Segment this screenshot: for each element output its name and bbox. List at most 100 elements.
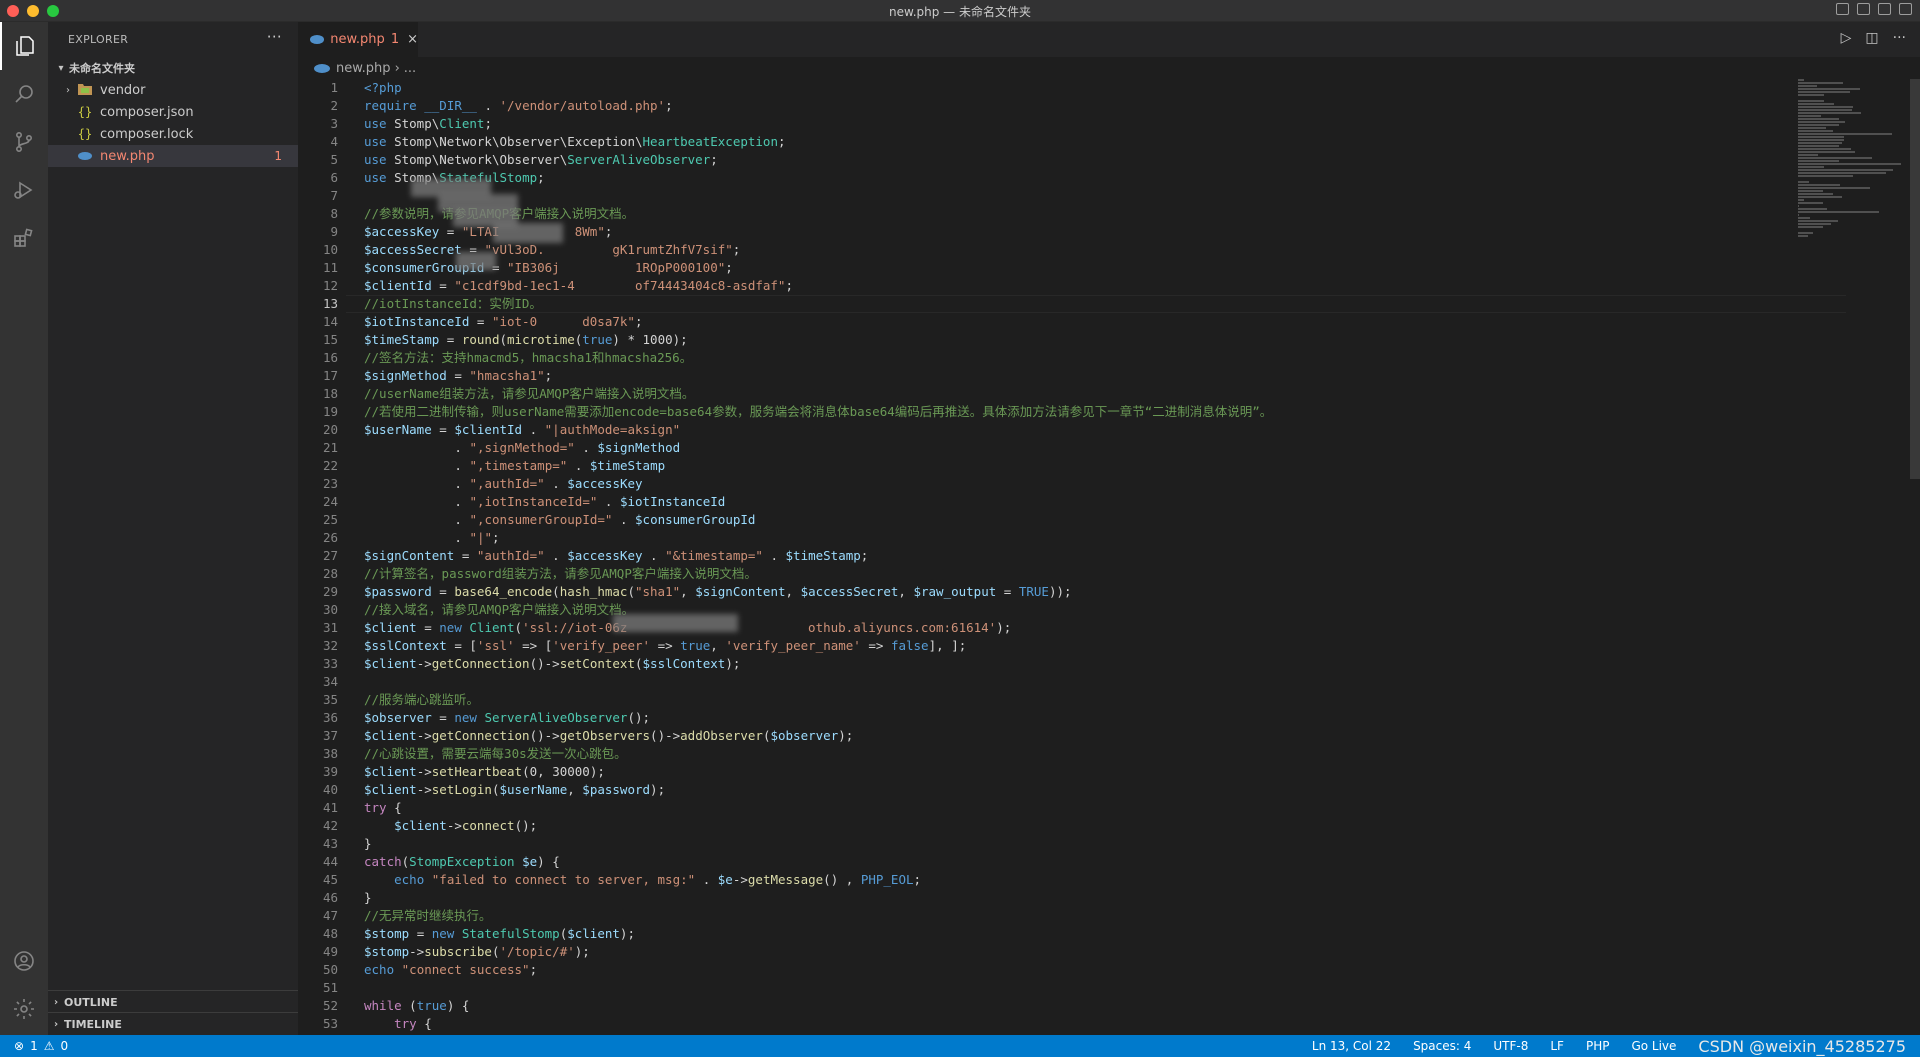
code-line[interactable]: 24 . ",iotInstanceId=" . $iotInstanceId (298, 493, 725, 511)
explorer-icon[interactable] (0, 22, 48, 70)
code-line[interactable]: 46} (298, 889, 372, 907)
code-line[interactable]: 25 . ",consumerGroupId=" . $consumerGrou… (298, 511, 756, 529)
accounts-icon[interactable] (0, 937, 48, 985)
tab-new-php[interactable]: new.php 1 × (298, 22, 418, 57)
code-line[interactable]: 29 $password = base64_encode(hash_hmac("s… (298, 583, 1072, 601)
code-line[interactable]: 33 $client->getConnection()->setContext($… (298, 655, 740, 673)
code-line[interactable]: 4 use Stomp\Network\Observer\Exception\He… (298, 133, 785, 151)
code-line[interactable]: 10 $accessSecret = "vUl3oD. gK1rumtZhfV7s… (298, 241, 740, 259)
tree-item-composer-json[interactable]: {} composer.json (48, 101, 298, 123)
code-line[interactable]: 11 $consumerGroupId = "IB306j 1ROpP000100… (298, 259, 733, 277)
search-icon[interactable] (0, 70, 48, 118)
code-line[interactable]: 16 //签名方法：支持hmacmd5，hmacsha1和hmacsha256。 (298, 349, 692, 367)
code-line[interactable]: 13 //iotInstanceId：实例ID。 (298, 295, 1846, 313)
indentation[interactable]: Spaces: 4 (1413, 1039, 1471, 1053)
outline-section-header[interactable]: › OUTLINE (48, 990, 298, 1013)
problems-status[interactable]: ⊗ 1 ⚠ 0 (0, 1039, 68, 1053)
code-line[interactable]: 7 (298, 187, 338, 205)
split-editor-icon[interactable]: ◫ (1865, 30, 1878, 46)
code-line[interactable]: 42 $client->connect(); (298, 817, 537, 835)
line-number: 18 (322, 386, 338, 401)
tree-item-label: new.php (100, 148, 155, 164)
code-line[interactable]: 19 //若使用二进制传输，则userName需要添加encode=base64参… (298, 403, 1272, 421)
code-line[interactable]: 39 $client->setHeartbeat(0, 30000); (298, 763, 605, 781)
toggle-primary-sidebar-icon[interactable] (1836, 3, 1849, 15)
language-mode[interactable]: PHP (1586, 1039, 1610, 1053)
breadcrumb-symbols[interactable]: ... (404, 61, 416, 76)
code-line[interactable]: 47 //无异常时继续执行。 (298, 907, 492, 925)
code-line[interactable]: 51 (298, 979, 338, 997)
code-line[interactable]: 38 //心跳设置，需要云端每30s发送一次心跳包。 (298, 745, 627, 763)
line-number: 7 (330, 188, 338, 203)
code-line[interactable]: 30 //接入域名，请参见AMQP客户端接入说明文档。 (298, 601, 634, 619)
code-line[interactable]: 34 (298, 673, 338, 691)
breadcrumb-file[interactable]: new.php (336, 61, 391, 76)
customize-layout-icon[interactable] (1899, 3, 1912, 15)
code-line[interactable]: 2 require __DIR__ . '/vendor/autoload.php… (298, 97, 672, 115)
code-line[interactable]: 6 use Stomp\StatefulStomp; (298, 169, 544, 187)
workspace-folder-header[interactable]: ▾ 未命名文件夹 (48, 57, 298, 79)
minimap-line (1798, 91, 1850, 93)
cursor-position[interactable]: Ln 13, Col 22 (1312, 1039, 1391, 1053)
code-line[interactable]: 41 try { (298, 799, 402, 817)
run-debug-icon[interactable] (0, 166, 48, 214)
code-line[interactable]: 40 $client->setLogin($userName, $password… (298, 781, 665, 799)
code-line[interactable]: 26 . "|"; (298, 529, 500, 547)
code-line[interactable]: 22 . ",timestamp=" . $timeStamp (298, 457, 665, 475)
minimap[interactable] (1798, 79, 1908, 239)
code-line[interactable]: 53 try { (298, 1015, 432, 1033)
tree-item-composer-lock[interactable]: {} composer.lock (48, 123, 298, 145)
code-line[interactable]: 20 $userName = $clientId . "|authMode=aks… (298, 421, 680, 439)
code-line[interactable]: 27 $signContent = "authId=" . $accessKey … (298, 547, 868, 565)
run-code-icon[interactable]: ▷ (1841, 30, 1852, 46)
code-line[interactable]: 14 $iotInstanceId = "iot-0 d0sa7k"; (298, 313, 643, 331)
editor-scrollbar[interactable] (1910, 79, 1920, 479)
close-icon[interactable]: × (407, 32, 418, 47)
line-number: 36 (322, 710, 338, 725)
code-line[interactable]: 37 $client->getConnection()->getObservers… (298, 727, 853, 745)
code-line[interactable]: 9 $accessKey = "LTAI 8Wm"; (298, 223, 612, 241)
go-live-button[interactable]: Go Live (1631, 1039, 1676, 1053)
code-line[interactable]: 23 . ",authId=" . $accessKey (298, 475, 643, 493)
code-line[interactable]: 44 catch(StompException $e) { (298, 853, 560, 871)
code-line[interactable]: 28 //计算签名，password组装方法，请参见AMQP客户端接入说明文档。 (298, 565, 757, 583)
source-control-icon[interactable] (0, 118, 48, 166)
code-line[interactable]: 32 $sslContext = ['ssl' => ['verify_peer'… (298, 637, 966, 655)
timeline-section-header[interactable]: › TIMELINE (48, 1012, 298, 1035)
code-line[interactable]: 49 $stomp->subscribe('/topic/#'); (298, 943, 590, 961)
warning-count: 0 (60, 1039, 69, 1053)
code-line[interactable]: 45 echo "failed to connect to server, ms… (298, 871, 921, 889)
code-line[interactable]: 21 . ",signMethod=" . $signMethod (298, 439, 680, 457)
code-line[interactable]: 43} (298, 835, 372, 853)
code-line[interactable]: 15 $timeStamp = round(microtime(true) * 1… (298, 331, 688, 349)
line-text: //心跳设置，需要云端每30s发送一次心跳包。 (364, 746, 627, 761)
code-line[interactable]: 35 //服务端心跳监听。 (298, 691, 479, 709)
toggle-secondary-sidebar-icon[interactable] (1878, 3, 1891, 15)
tree-item-new-php[interactable]: new.php 1 (48, 145, 298, 167)
toggle-panel-icon[interactable] (1857, 3, 1870, 15)
code-line[interactable]: 12 $clientId = "c1cdf9bd-1ec1-4 of7444340… (298, 277, 793, 295)
code-line[interactable]: 8//参数说明，请参见AMQP客户端接入说明文档。 (298, 205, 634, 223)
tree-item-vendor[interactable]: › vendor (48, 79, 298, 101)
code-line[interactable]: 52 while (true) { (298, 997, 469, 1015)
code-line[interactable]: 50 echo "connect success"; (298, 961, 537, 979)
end-of-line[interactable]: LF (1550, 1039, 1564, 1053)
file-encoding[interactable]: UTF-8 (1493, 1039, 1528, 1053)
code-line[interactable]: 31 $client = new Client('ssl://iot-06z ot… (298, 619, 1011, 637)
code-line[interactable]: 48 $stomp = new StatefulStomp($client); (298, 925, 635, 943)
extensions-icon[interactable] (0, 214, 48, 262)
code-line[interactable]: 3 use Stomp\Client; (298, 115, 492, 133)
code-line[interactable]: 1 <?php (298, 79, 401, 97)
line-text: require __DIR__ . '/vendor/autoload.php'… (364, 98, 673, 113)
code-line[interactable]: 18 //userName组装方法，请参见AMQP客户端接入说明文档。 (298, 385, 694, 403)
code-line[interactable]: 17 $signMethod = "hmacsha1"; (298, 367, 552, 385)
code-line[interactable]: 36 $observer = new ServerAliveObserver(); (298, 709, 650, 727)
more-actions-icon[interactable]: ··· (1893, 30, 1906, 46)
line-text: . ",timestamp=" . $timeStamp (454, 458, 666, 473)
problem-count-badge: 1 (274, 149, 282, 163)
line-number: 48 (322, 926, 338, 941)
explorer-more-actions-icon[interactable]: ··· (267, 28, 282, 46)
code-line[interactable]: 5 use Stomp\Network\Observer\ServerAliveO… (298, 151, 717, 169)
manage-gear-icon[interactable] (0, 985, 48, 1033)
code-editor[interactable]: 1 <?php 2 require __DIR__ . '/vendor/autolo… (298, 79, 1910, 1035)
